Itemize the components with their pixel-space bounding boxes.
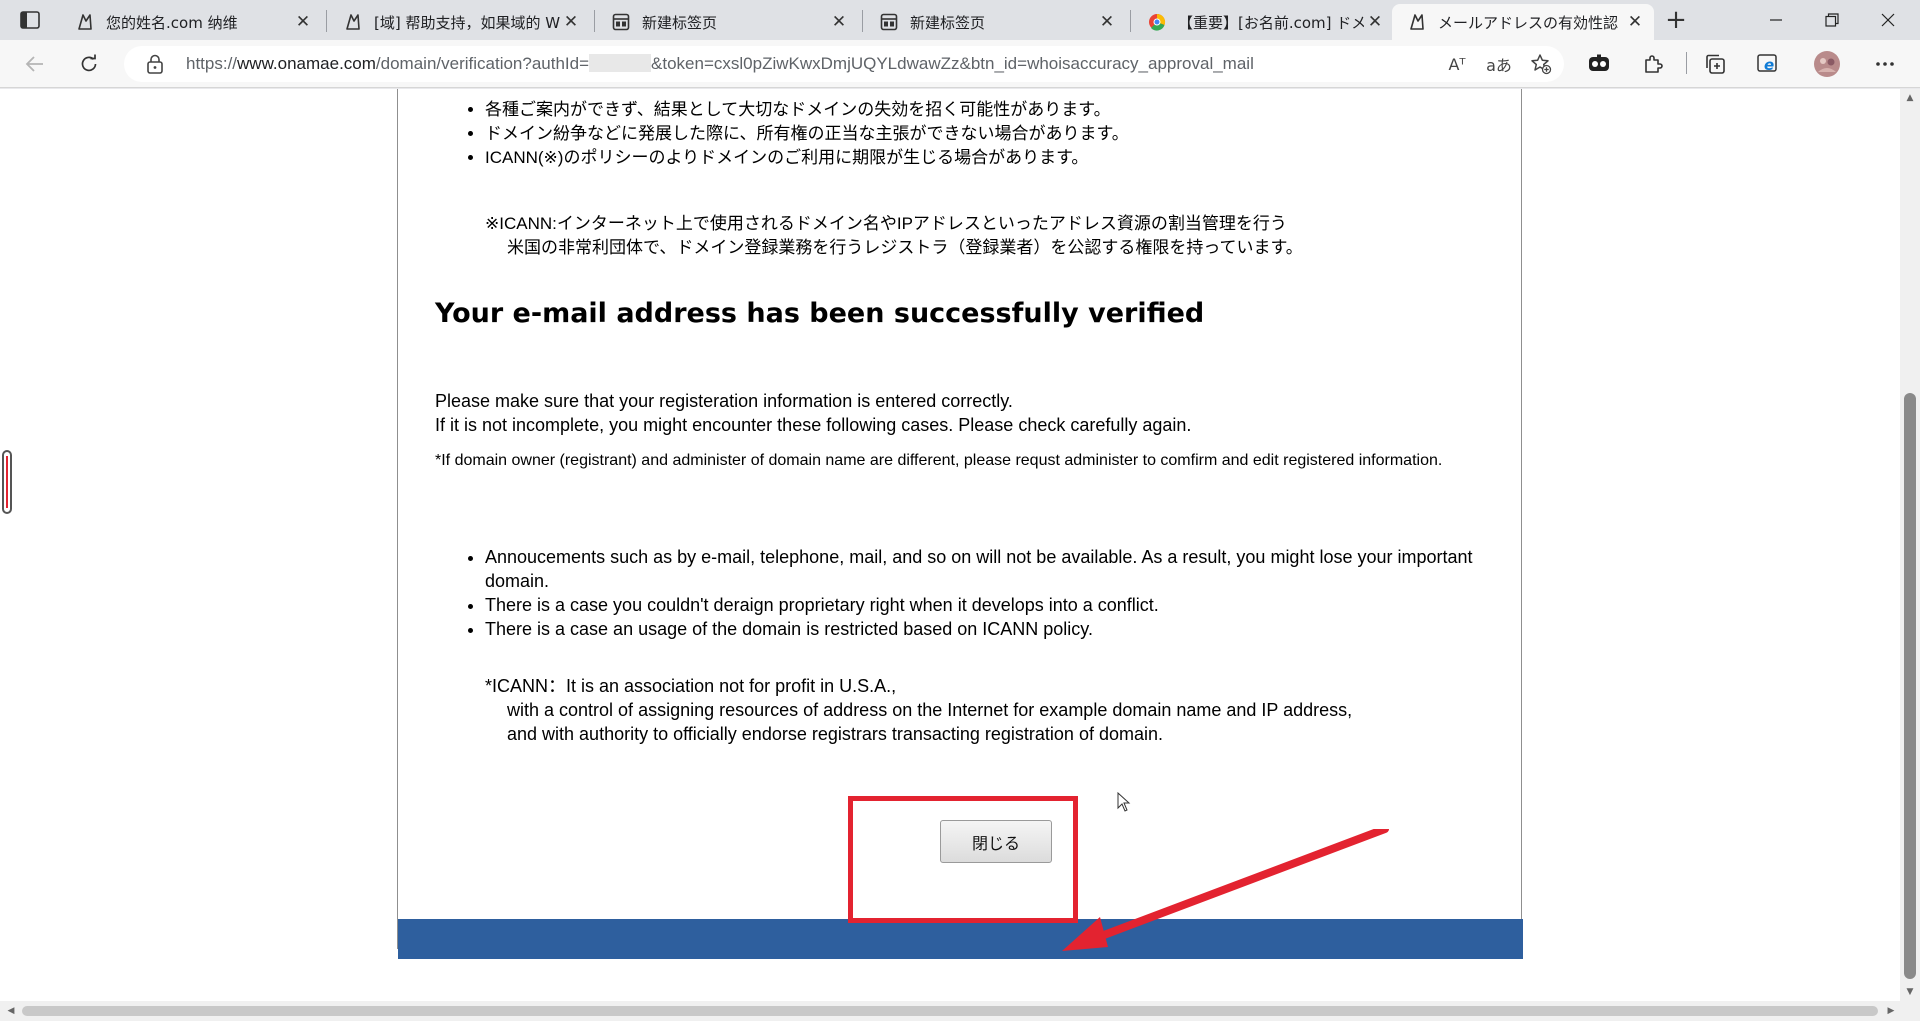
browser-toolbar: https://www.onamae.com/domain/verificati… xyxy=(0,40,1920,88)
en-icann-note: *ICANN：It is an association not for prof… xyxy=(485,674,1352,746)
registration-notice: Please make sure that your registeration… xyxy=(435,389,1191,437)
address-bar[interactable]: https://www.onamae.com/domain/verificati… xyxy=(124,46,1564,82)
onamae-favicon xyxy=(1406,11,1428,33)
jp-icann-note-line: 米国の非常利団体で、ドメイン登録業務を行うレジストラ（登録業者）を公認する権限を… xyxy=(507,238,1303,257)
jp-icann-note: ※ICANN:インターネット上で使用されるドメイン名やIPアドレスといったアドレ… xyxy=(485,212,1303,260)
list-item: 各種ご案内ができず、結果として大切なドメインの失効を招く可能性があります。 xyxy=(485,98,1129,122)
close-tab-icon[interactable]: ✕ xyxy=(560,11,582,33)
tab-new-tab-2[interactable]: 新建标签页 ✕ xyxy=(864,4,1126,40)
scroll-down-icon[interactable]: ▼ xyxy=(1900,983,1920,1001)
url-host: www.onamae.com xyxy=(237,54,376,73)
url-path: /domain/verification?authId= xyxy=(375,54,590,73)
registration-notice-line: If it is not incomplete, you might encou… xyxy=(435,415,1192,435)
tab-separator xyxy=(1130,10,1131,32)
close-tab-icon[interactable]: ✕ xyxy=(292,11,314,33)
administer-note: *If domain owner (registrant) and admini… xyxy=(435,452,1443,469)
mouse-cursor-icon xyxy=(1117,792,1131,812)
favorite-star-icon[interactable] xyxy=(1528,52,1554,76)
minimize-icon[interactable] xyxy=(1748,0,1804,40)
redacted-auth-id xyxy=(589,54,652,72)
en-icann-note-line: and with authority to officially endorse… xyxy=(507,724,1163,744)
refresh-icon[interactable] xyxy=(72,48,106,80)
tab-strip: 您的姓名.com 纳维 ✕ [域] 帮助支持，如果域的 W ✕ 新建标签页 ✕ … xyxy=(0,0,1920,40)
close-tab-icon[interactable]: ✕ xyxy=(1624,11,1646,33)
tab-separator xyxy=(862,10,863,32)
url-scheme: https:// xyxy=(186,54,238,73)
annotation-arrow-icon xyxy=(1062,829,1389,951)
vertical-scroll-thumb[interactable] xyxy=(1904,393,1916,979)
lock-icon[interactable] xyxy=(146,54,166,74)
list-item: There is a case you couldn't deraign pro… xyxy=(485,593,1485,617)
scroll-up-icon[interactable]: ▲ xyxy=(1900,89,1920,107)
tab-title: 新建标签页 xyxy=(642,13,718,32)
url-text: https://www.onamae.com/domain/verificati… xyxy=(186,54,1254,74)
toolbar-separator xyxy=(1686,52,1687,74)
svg-text:e: e xyxy=(1764,56,1774,74)
tab-title: 新建标签页 xyxy=(910,13,986,32)
tab-help-support[interactable]: [域] 帮助支持，如果域的 W ✕ xyxy=(328,4,590,40)
translate-icon[interactable]: aあ xyxy=(1486,52,1512,76)
onamae-favicon xyxy=(74,11,96,33)
scroll-right-icon[interactable]: ▶ xyxy=(1882,1001,1900,1021)
close-tab-icon[interactable]: ✕ xyxy=(1096,11,1118,33)
tab-actions-icon[interactable] xyxy=(12,6,48,34)
list-item: ICANN(※)のポリシーのよりドメインのご利用に期限が生じる場合があります。 xyxy=(485,146,1129,170)
extensions-puzzle-icon[interactable] xyxy=(1636,48,1670,80)
close-window-icon[interactable] xyxy=(1860,0,1916,40)
en-icann-note-line: *ICANN：It is an association not for prof… xyxy=(485,676,897,696)
en-consequences-list: Annoucements such as by e-mail, telephon… xyxy=(485,545,1485,641)
tab-onamae-navi[interactable]: 您的姓名.com 纳维 ✕ xyxy=(60,4,322,40)
profile-avatar[interactable] xyxy=(1810,48,1844,80)
new-tab-page-icon xyxy=(878,11,900,33)
tab-title: メールアドレスの有効性認 xyxy=(1438,13,1619,32)
tab-email-verification-active[interactable]: メールアドレスの有効性認 ✕ xyxy=(1392,4,1654,40)
url-query: &token=cxsl0pZiwKwxDmjUQYLdwawZz&btn_id=… xyxy=(651,54,1254,73)
list-item: There is a case an usage of the domain i… xyxy=(485,617,1485,641)
horizontal-scroll-thumb[interactable] xyxy=(22,1006,1878,1016)
back-arrow-icon[interactable] xyxy=(18,48,52,80)
new-tab-page-icon xyxy=(610,11,632,33)
read-aloud-icon[interactable]: Aᵀ xyxy=(1444,52,1470,76)
close-tab-icon[interactable]: ✕ xyxy=(828,11,850,33)
list-item: ドメイン紛争などに発展した際に、所有権の正当な主張ができない場合があります。 xyxy=(485,122,1129,146)
tab-separator xyxy=(326,10,327,32)
page-title: Your e-mail address has been successfull… xyxy=(435,298,1205,329)
new-tab-button[interactable]: + xyxy=(1660,5,1692,35)
en-icann-note-line: with a control of assigning resources of… xyxy=(507,700,1353,720)
tab-title: 您的姓名.com 纳维 xyxy=(106,13,238,32)
gmail-favicon xyxy=(1146,11,1168,33)
tab-new-tab-1[interactable]: 新建标签页 ✕ xyxy=(596,4,858,40)
tab-title: [域] 帮助支持，如果域的 W xyxy=(374,13,560,32)
tab-important-mail[interactable]: 【重要】[お名前.com] ドメ ✕ xyxy=(1132,4,1394,40)
onamae-favicon xyxy=(342,11,364,33)
list-item: Annoucements such as by e-mail, telephon… xyxy=(485,545,1485,593)
tab-separator xyxy=(594,10,595,32)
horizontal-scrollbar[interactable]: ◀ ▶ xyxy=(0,1001,1920,1021)
collections-icon[interactable] xyxy=(1698,48,1732,80)
jp-icann-note-line: ※ICANN:インターネット上で使用されるドメイン名やIPアドレスといったアドレ… xyxy=(485,214,1287,233)
registration-notice-line: Please make sure that your registeration… xyxy=(435,391,1013,411)
restore-icon[interactable] xyxy=(1804,0,1860,40)
extension-app-icon[interactable] xyxy=(1582,48,1616,80)
edge-pull-handle[interactable] xyxy=(2,450,12,514)
scroll-left-icon[interactable]: ◀ xyxy=(2,1001,20,1021)
page-viewport: 各種ご案内ができず、結果として大切なドメインの失効を招く可能性があります。 ドメ… xyxy=(0,89,1900,1001)
jp-consequences-list: 各種ご案内ができず、結果として大切なドメインの失効を招く可能性があります。 ドメ… xyxy=(485,98,1129,170)
tab-title: 【重要】[お名前.com] ドメ xyxy=(1178,13,1364,32)
vertical-scrollbar[interactable]: ▲ ▼ xyxy=(1900,89,1920,1001)
more-options-icon[interactable] xyxy=(1868,48,1902,80)
close-tab-icon[interactable]: ✕ xyxy=(1364,11,1386,33)
ie-mode-icon[interactable]: e xyxy=(1752,48,1786,80)
